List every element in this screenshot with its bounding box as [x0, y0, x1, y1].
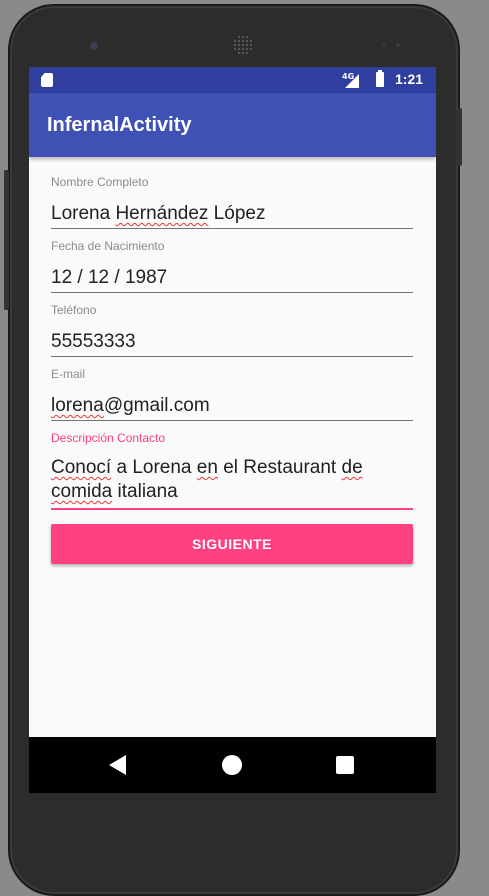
- email-label: E-mail: [51, 367, 86, 381]
- earpiece-speaker: [233, 35, 253, 55]
- screen: 4G 1:21 InfernalActivity Nombre Completo…: [29, 67, 436, 793]
- nombre-input[interactable]: Lorena Hernández López: [51, 203, 413, 228]
- email-field[interactable]: E-mail lorena@gmail.com: [51, 367, 413, 421]
- telefono-underline: [51, 356, 413, 357]
- siguiente-button[interactable]: SIGUIENTE: [51, 524, 413, 564]
- email-underline: [51, 420, 413, 421]
- nombre-underline: [51, 228, 413, 229]
- telefono-input[interactable]: 55553333: [51, 331, 413, 356]
- power-button[interactable]: [456, 108, 462, 166]
- navigation-bar: [29, 737, 436, 793]
- signal-icon: [345, 74, 359, 88]
- descripcion-underline: [51, 508, 413, 510]
- front-camera: [90, 42, 98, 50]
- volume-button[interactable]: [4, 170, 9, 310]
- descripcion-input[interactable]: Conocí a Lorena en el Restaurant de comid…: [51, 456, 413, 504]
- fecha-field[interactable]: Fecha de Nacimiento 12 / 12 / 1987: [51, 239, 413, 293]
- nombre-label: Nombre Completo: [51, 175, 149, 189]
- email-input[interactable]: lorena@gmail.com: [51, 395, 413, 420]
- nombre-field[interactable]: Nombre Completo Lorena Hernández López: [51, 175, 413, 229]
- battery-icon: [376, 70, 384, 87]
- descripcion-field[interactable]: Descripción Contacto Conocí a Lorena en …: [51, 431, 413, 510]
- telefono-label: Teléfono: [51, 303, 97, 317]
- sd-card-icon: [41, 73, 53, 87]
- app-title: InfernalActivity: [47, 114, 192, 136]
- fecha-underline: [51, 292, 413, 293]
- clock: 1:21: [395, 71, 424, 87]
- telefono-field[interactable]: Teléfono 55553333: [51, 303, 413, 357]
- status-bar: 4G 1:21: [29, 67, 436, 93]
- home-icon[interactable]: [222, 755, 242, 775]
- fecha-input[interactable]: 12 / 12 / 1987: [51, 267, 413, 292]
- descripcion-label: Descripción Contacto: [51, 431, 166, 445]
- recent-apps-icon[interactable]: [336, 756, 354, 774]
- light-sensor: [396, 43, 400, 47]
- proximity-sensor: [382, 43, 386, 47]
- fecha-label: Fecha de Nacimiento: [51, 239, 165, 253]
- app-bar: InfernalActivity: [29, 93, 436, 157]
- back-icon[interactable]: [109, 755, 126, 775]
